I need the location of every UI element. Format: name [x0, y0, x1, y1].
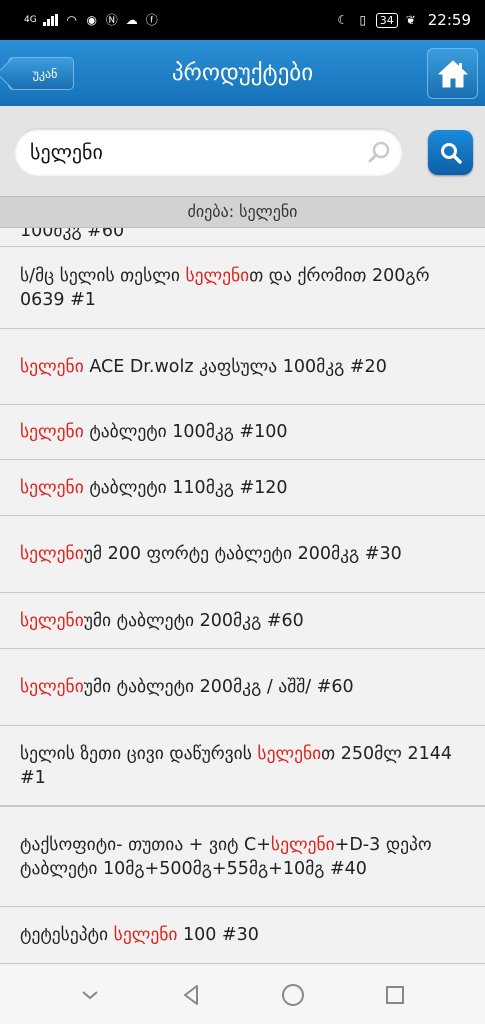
signal-icon — [42, 14, 59, 26]
wifi-icon: ◠ — [66, 13, 77, 27]
magnifier-icon — [368, 141, 390, 163]
facebook-icon: ⓕ — [145, 13, 158, 27]
list-item[interactable]: სელენიუმი ტაბლეტი 200მკგ #60 — [0, 593, 485, 649]
list-item[interactable]: სელენი ტაბლეტი 100მკგ #100 — [0, 405, 485, 460]
item-text-segment: ტეტესეპტი — [20, 925, 114, 945]
list-item-text: ტაქსოფიტი- თუთია + ვიტ C+სელენი+D-3 დეპო… — [20, 833, 465, 881]
highlight-text: სელენი — [20, 610, 84, 631]
status-time: 22:59 — [427, 11, 471, 29]
search-input[interactable] — [30, 140, 360, 164]
item-text-segment: უმ 200 ფორტე ტაბლეტი 200მკგ #30 — [83, 544, 402, 564]
list-item-text: სელენი ACE Dr.wolz კაფსულა 100მკგ #20 — [20, 355, 387, 379]
status-bar: 4G ◠ ◉ Ⓝ ☁ ⓕ ☾ ▯ 34 ❦ 22:59 — [0, 0, 485, 40]
page-title: პროდუქტები — [171, 60, 314, 86]
vibrate-icon: ▯ — [359, 13, 367, 27]
list-item[interactable]: სელენი ACE Dr.wolz კაფსულა 100მკგ #20 — [0, 329, 485, 405]
search-button[interactable] — [428, 130, 473, 175]
home-button[interactable] — [427, 48, 478, 99]
system-nav-bar — [0, 966, 485, 1024]
highlight-text: სელენი — [20, 356, 84, 377]
search-query-label: ძიება: სელენი — [0, 196, 485, 228]
list-item[interactable]: ტაქსოფიტი- თუთია + ვიტ C+სელენი+D-3 დეპო… — [0, 806, 485, 907]
list-item[interactable]: სელენიუმ 200 ფორტე ტაბლეტი 200მკგ #30 — [0, 516, 485, 593]
nfc-icon: Ⓝ — [105, 13, 118, 27]
results-inner: 100მკგ #60 ს/მც სელის თესლი სელენით და ქ… — [0, 228, 485, 964]
item-text-segment: უმი ტაბლეტი 200მკგ / აშშ/ #60 — [83, 677, 354, 697]
list-item[interactable]: სელის ზეთი ცივი დაწურვის სელენით 250მლ 2… — [0, 726, 485, 806]
list-item-partial[interactable]: 100მკგ #60 — [0, 228, 485, 247]
status-left: 4G ◠ ◉ Ⓝ ☁ ⓕ — [24, 13, 159, 27]
highlight-text: სელენი — [185, 265, 250, 286]
nav-home-icon[interactable] — [280, 982, 306, 1008]
list-item-text: ტეტესეპტი სელენი 100 #30 — [20, 923, 259, 947]
leaf-icon: ❦ — [405, 13, 416, 27]
list-item-text: სელენიუმ 200 ფორტე ტაბლეტი 200მკგ #30 — [20, 542, 402, 566]
item-text-segment: უმი ტაბლეტი 200მკგ #60 — [83, 610, 304, 631]
highlight-text: სელენი — [20, 677, 84, 697]
item-text-segment: ს/მც სელის თესლი — [20, 265, 186, 286]
list-item-text: სელენი ტაბლეტი 100მკგ #100 — [20, 420, 288, 444]
cloud-icon: ☁ — [125, 13, 138, 27]
search-field[interactable] — [14, 128, 403, 176]
list-item-text: სელის ზეთი ცივი დაწურვის სელენით 250მლ 2… — [20, 742, 465, 790]
battery-icon: 34 — [375, 12, 398, 28]
status-right: ☾ ▯ 34 ❦ 22:59 — [336, 11, 471, 29]
item-text-segment: 100 #30 — [177, 925, 259, 945]
highlight-text: სელენი — [113, 925, 178, 945]
item-text-segment: ტაქსოფიტი- თუთია + ვიტ C+ — [20, 834, 271, 855]
back-button[interactable]: უკან — [8, 57, 74, 90]
highlight-text: სელენი — [257, 743, 322, 764]
nav-recents-icon[interactable] — [383, 983, 407, 1007]
nav-down-icon[interactable] — [78, 983, 102, 1007]
network-type: 4G — [24, 15, 37, 25]
back-button-label: უკან — [32, 66, 58, 81]
search-icon — [440, 142, 462, 164]
highlight-text: სელენი — [20, 422, 84, 442]
item-text-segment: ACE Dr.wolz კაფსულა 100მკგ #20 — [83, 356, 387, 377]
item-text-segment: სელის ზეთი ცივი დაწურვის — [20, 743, 258, 764]
list-item[interactable]: ს/მც სელის თესლი სელენით და ქრომით 200გრ… — [0, 247, 485, 329]
list-item-text: სელენი ტაბლეტი 110მკგ #120 — [20, 476, 288, 500]
list-item-text: ს/მც სელის თესლი სელენით და ქრომით 200გრ… — [20, 264, 465, 312]
moon-icon: ☾ — [337, 13, 349, 27]
highlight-text: სელენი — [20, 477, 84, 498]
list-item[interactable]: ტეტესეპტი სელენი 100 #30 — [0, 907, 485, 964]
list-item[interactable]: სელენი ტაბლეტი 110მკგ #120 — [0, 460, 485, 516]
highlight-text: სელენი — [270, 834, 335, 855]
search-area — [0, 106, 485, 196]
list-item-text: სელენიუმი ტაბლეტი 200მკგ / აშშ/ #60 — [20, 675, 354, 699]
eye-icon: ◉ — [86, 13, 97, 27]
app-header: უკან პროდუქტები — [0, 40, 485, 106]
list-item[interactable]: სელენიუმი ტაბლეტი 200მკგ / აშშ/ #60 — [0, 649, 485, 726]
results-list[interactable]: 100მკგ #60 ს/მც სელის თესლი სელენით და ქ… — [0, 228, 485, 966]
item-text-segment: ტაბლეტი 110მკგ #120 — [83, 477, 288, 498]
item-text-segment: ტაბლეტი 100მკგ #100 — [83, 422, 288, 442]
home-icon — [438, 60, 467, 87]
highlight-text: სელენი — [20, 544, 84, 564]
list-item-text: სელენიუმი ტაბლეტი 200მკგ #60 — [20, 609, 304, 633]
list-item-text: 100მკგ #60 — [20, 228, 125, 241]
nav-back-icon[interactable] — [179, 983, 203, 1007]
